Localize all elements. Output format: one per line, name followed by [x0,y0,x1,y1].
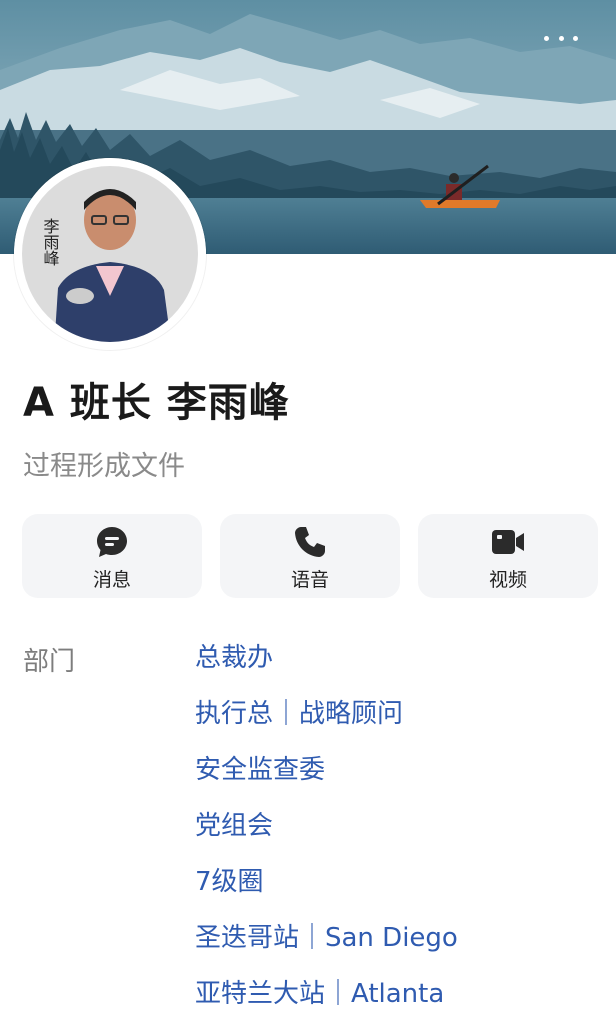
department-item[interactable]: 安全监查委 [195,753,458,809]
department-item[interactable]: 执行总｜战略顾问 [195,697,458,753]
voice-label: 语音 [290,569,329,591]
more-dot-icon [544,35,549,41]
department-item[interactable]: 圣迭哥站｜San Diego [195,921,458,977]
message-label: 消息 [92,569,131,591]
department-item[interactable]: 亚特兰大站｜Atlanta [195,977,458,1033]
voice-button[interactable]: 语音 [220,514,400,598]
video-label: 视频 [488,569,527,591]
video-button[interactable]: 视频 [418,514,598,598]
message-button[interactable]: 消息 [22,514,202,598]
action-bar: 消息 语音 视频 [22,514,598,598]
profile-subtitle: 过程形成文件 [23,451,185,482]
phone-icon [295,527,325,557]
more-button[interactable] [544,28,578,48]
avatar[interactable]: 李雨峰 [14,158,206,350]
profile-name: A 班长 李雨峰 [23,380,290,426]
department-item[interactable]: 总裁办 [195,641,458,697]
department-item[interactable]: 7级圈 [195,865,458,921]
department-item[interactable]: 党组会 [195,809,458,865]
more-dot-icon [573,35,578,41]
message-icon [97,527,127,557]
department-list: 总裁办 执行总｜战略顾问 安全监查委 党组会 7级圈 圣迭哥站｜San Dieg… [195,641,458,1033]
video-icon [492,530,524,554]
department-label: 部门 [23,647,76,677]
more-dot-icon [558,35,564,41]
avatar-calligraphy-1: 李雨峰 [41,218,60,266]
